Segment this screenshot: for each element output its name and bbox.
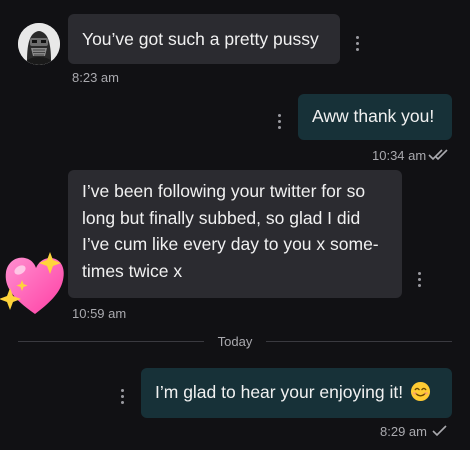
check-icon [432,425,447,437]
message-text-line: times twice x [82,260,183,281]
message-timestamp: 10:59 am [72,306,127,321]
message-text: You’ve got such a pretty pussy [82,29,319,49]
message-timestamp: 8:23 am [72,70,119,85]
message-text-line: long but finally subbed, so glad I did [82,207,361,228]
double-check-icon [428,149,448,161]
message-text: I’m glad to hear your enjoying it! [155,382,404,402]
message-timestamp: 8:29 am [380,424,427,439]
chat-screen: You’ve got such a pretty pussy 8:23 am A… [0,0,470,450]
message-options-icon[interactable] [356,36,360,52]
incoming-message-bubble[interactable]: I’ve been following your twitter for so … [68,170,402,298]
message-text-line: I’ve cum like every day to you x some- [82,234,379,254]
message-options-icon[interactable] [121,389,125,405]
divider-line-right [266,341,452,342]
outgoing-message-bubble[interactable]: I’m glad to hear your enjoying it! [141,368,452,418]
message-text: Aww thank you! [312,106,435,126]
message-timestamp: 10:34 am [372,148,427,163]
masked-face-icon [18,23,60,65]
sparkling-heart-emoji[interactable] [0,250,70,318]
sender-avatar[interactable] [18,23,60,65]
message-text-line: I’ve been following your twitter for so [82,181,366,201]
outgoing-message-bubble[interactable]: Aww thank you! [298,94,452,140]
incoming-message-bubble[interactable]: You’ve got such a pretty pussy [68,14,340,64]
message-options-icon[interactable] [418,272,422,288]
message-options-icon[interactable] [278,114,282,130]
smiling-face-emoji [410,381,430,402]
